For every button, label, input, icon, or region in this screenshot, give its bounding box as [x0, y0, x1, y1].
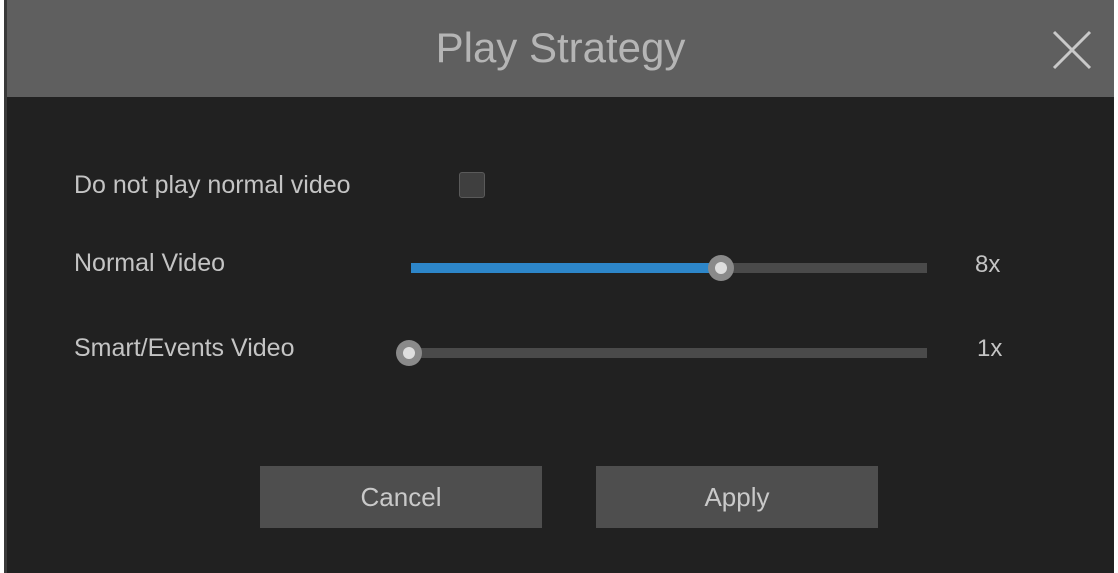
no-normal-video-label: Do not play normal video	[74, 171, 351, 199]
play-strategy-dialog: Play Strategy Do not play normal video N…	[4, 0, 1114, 573]
smart-events-video-speed-value: 1x	[977, 335, 1003, 362]
normal-video-label: Normal Video	[74, 249, 226, 277]
no-normal-video-checkbox[interactable]	[459, 172, 485, 198]
slider-thumb[interactable]	[396, 340, 422, 366]
dialog-title: Play Strategy	[435, 24, 686, 71]
apply-button[interactable]: Apply	[596, 466, 878, 528]
slider-track	[409, 348, 927, 358]
dialog-titlebar: Play Strategy	[7, 0, 1114, 97]
slider-thumb[interactable]	[708, 255, 734, 281]
cancel-button[interactable]: Cancel	[260, 466, 542, 528]
normal-video-speed-slider[interactable]	[411, 253, 927, 281]
close-icon[interactable]	[1050, 28, 1094, 72]
normal-video-speed-value: 8x	[975, 251, 1001, 278]
smart-events-video-label: Smart/Events Video	[74, 334, 295, 362]
smart-events-video-speed-slider[interactable]	[396, 338, 927, 366]
slider-fill	[411, 263, 721, 273]
